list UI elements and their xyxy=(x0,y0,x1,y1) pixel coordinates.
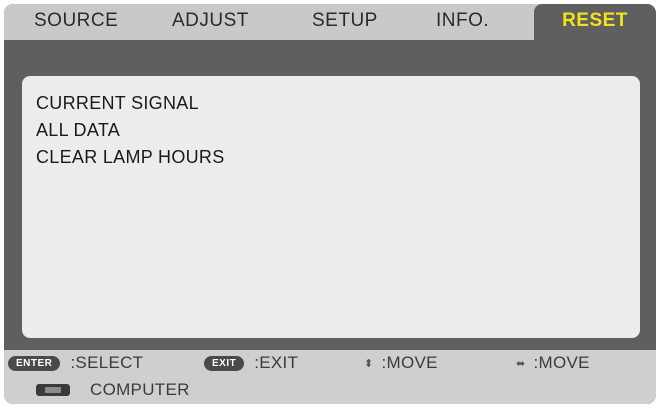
hint-move-horizontal-label: :MOVE xyxy=(533,353,590,372)
hint-select-label: :SELECT xyxy=(70,353,144,372)
menu-item-all-data[interactable]: ALL DATA xyxy=(36,117,225,144)
menu-item-clear-lamp-hours[interactable]: CLEAR LAMP HOURS xyxy=(36,144,225,171)
up-down-arrow-icon: ⬍ xyxy=(364,357,374,370)
tab-reset[interactable]: RESET xyxy=(534,4,656,40)
menu-item-current-signal[interactable]: CURRENT SIGNAL xyxy=(36,90,225,117)
tab-adjust[interactable]: ADJUST xyxy=(172,4,249,40)
enter-key-icon: ENTER xyxy=(8,355,61,371)
exit-key-icon: EXIT xyxy=(204,355,245,371)
hint-move-horizontal: ⬌ :MOVE xyxy=(516,352,590,374)
reset-menu-panel: CURRENT SIGNAL ALL DATA CLEAR LAMP HOURS xyxy=(22,76,640,338)
input-source-label: COMPUTER xyxy=(90,380,190,399)
tab-info[interactable]: INFO. xyxy=(436,4,489,40)
tab-source[interactable]: SOURCE xyxy=(34,4,118,40)
tab-setup[interactable]: SETUP xyxy=(312,4,378,40)
hint-move-vertical-label: :MOVE xyxy=(381,353,438,372)
reset-menu-list: CURRENT SIGNAL ALL DATA CLEAR LAMP HOURS xyxy=(36,90,225,171)
hint-exit-label: :EXIT xyxy=(254,353,299,372)
submenu-strip xyxy=(4,40,656,64)
hint-exit: EXIT :EXIT xyxy=(204,352,298,374)
computer-icon xyxy=(36,384,70,396)
menu-tab-bar: SOURCE ADJUST SETUP INFO. RESET xyxy=(4,4,656,40)
input-source: COMPUTER xyxy=(36,378,190,402)
projector-osd-menu: SOURCE ADJUST SETUP INFO. RESET CURRENT … xyxy=(4,4,656,404)
left-right-arrow-icon: ⬌ xyxy=(516,357,526,370)
hint-move-vertical: ⬍ :MOVE xyxy=(364,352,438,374)
hint-select: ENTER :SELECT xyxy=(8,352,143,374)
status-bar: ENTER :SELECT EXIT :EXIT ⬍ :MOVE ⬌ :MOVE… xyxy=(4,350,656,404)
